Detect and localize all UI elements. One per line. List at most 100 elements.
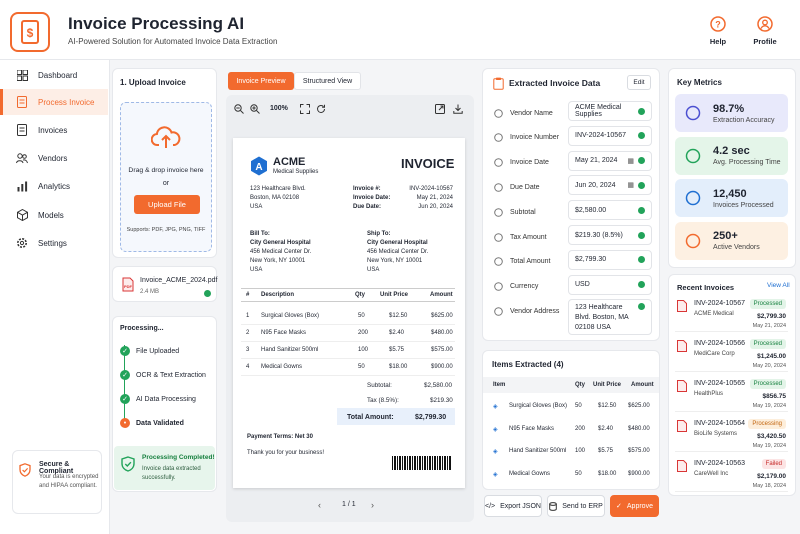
invoice-logo-icon: $ <box>10 12 50 52</box>
approve-button[interactable]: ✓ Approve <box>610 495 659 517</box>
tab-invoice-preview[interactable]: Invoice Preview <box>228 72 294 90</box>
pdf-icon: PDF <box>122 277 134 292</box>
file-name: Invoice_ACME_2024.pdf <box>140 277 218 284</box>
sidebar-item-vendors[interactable]: Vendors <box>0 145 108 171</box>
sidebar-item-analytics[interactable]: Analytics <box>0 173 108 199</box>
field-value-box[interactable]: May 21, 2024 ▦ <box>568 150 652 171</box>
dropzone[interactable]: Drag & drop invoice here or Upload File … <box>120 102 212 252</box>
recent-vendor: ACME Medical <box>694 311 734 317</box>
recent-invoice-item[interactable]: INV-2024-10567 ACME Medical Processed $2… <box>675 296 788 332</box>
field-value-box[interactable]: USD <box>568 274 652 295</box>
send-to-erp-button[interactable]: Send to ERP <box>547 495 605 517</box>
app-header: $ Invoice Processing AI AI-Powered Solut… <box>0 0 800 60</box>
expand-icon <box>300 104 310 114</box>
metric-card: 12,450 Invoices Processed <box>675 179 788 217</box>
status-badge: Processed <box>749 299 786 309</box>
field-value-box[interactable]: 123 Healthcare Blvd. Boston, MA 02108 US… <box>568 299 652 335</box>
field-value-box[interactable]: $2,799.30 <box>568 249 652 270</box>
recent-vendor: MediCare Corp <box>694 351 735 357</box>
step-label: Data Validated <box>136 419 184 427</box>
open-external-button[interactable] <box>435 104 445 116</box>
recent-title: Recent Invoices <box>677 283 735 292</box>
field-value-box[interactable]: ACME Medical Supplies <box>568 101 652 121</box>
external-icon <box>435 104 445 114</box>
pdf-icon <box>677 380 687 392</box>
metric-value: 98.7% <box>713 102 745 115</box>
sidebar-item-models[interactable]: Models <box>0 202 108 228</box>
check-icon: ✓ <box>616 503 622 510</box>
export-json-button[interactable]: </> Export JSON <box>484 495 542 517</box>
row-number: 4 <box>246 364 250 370</box>
field-value-box[interactable]: Jun 20, 2024 ▦ <box>568 175 652 196</box>
item-qty: 200 <box>575 425 586 432</box>
export-label: Export JSON <box>500 502 541 510</box>
sidebar-item-dashboard[interactable]: Dashboard <box>0 62 108 88</box>
calendar-picker-icon[interactable]: ▦ <box>627 157 634 165</box>
zoom-in-button[interactable] <box>250 104 260 116</box>
field-tax-amount: Tax Amount $219.30 (8.5%) <box>492 225 652 245</box>
metric-label: Invoices Processed <box>713 201 774 209</box>
item-amount: $900.00 <box>628 470 650 477</box>
step-validated: • Data Validated <box>120 418 184 428</box>
col-qty: Qty <box>355 292 366 298</box>
help-button[interactable]: ? Help <box>705 16 731 46</box>
or-text: or <box>162 180 170 187</box>
fit-screen-button[interactable] <box>300 104 310 116</box>
next-page-button[interactable]: › <box>371 500 383 510</box>
check-icon <box>638 231 645 239</box>
sidebar-item-settings[interactable]: Settings <box>0 230 108 256</box>
row-qty: 200 <box>358 330 369 336</box>
item-name: Surgical Gloves (Box) <box>509 403 568 409</box>
view-all-link[interactable]: View All <box>767 282 790 289</box>
profile-label: Profile <box>753 37 777 46</box>
rotate-button[interactable] <box>316 104 326 116</box>
step-label: File Uploaded <box>136 347 180 355</box>
help-icon: ? <box>710 16 726 32</box>
shield-icon <box>19 463 31 477</box>
zoom-out-button[interactable] <box>234 104 244 116</box>
recent-vendor: BioLife Systems <box>694 431 738 437</box>
sidebar-item-invoices[interactable]: Invoices <box>0 117 108 143</box>
profile-button[interactable]: Profile <box>750 16 780 46</box>
invoice-table-row: 3 Hand Sanitizer 500ml 100 $5.75 $575.00 <box>241 342 455 359</box>
row-qty: 100 <box>358 347 369 353</box>
recent-amount: $2,799.30 <box>757 313 786 320</box>
processing-title: Processing... <box>120 325 164 332</box>
check-icon <box>638 157 645 165</box>
metric-label: Active Vendors <box>713 244 760 251</box>
field-value: USD <box>575 281 590 289</box>
svg-text:PDF: PDF <box>124 284 133 289</box>
row-qty: 50 <box>358 364 365 370</box>
recent-invoice-item[interactable]: INV-2024-10563 CareWell Inc Failed $2,17… <box>675 456 788 492</box>
sidebar-item-label: Settings <box>38 238 67 248</box>
field-value: May 21, 2024 <box>575 157 618 165</box>
uploaded-file-card[interactable]: PDF Invoice_ACME_2024.pdf 2.4 MB <box>112 266 217 302</box>
secure-text: Your data is encrypted and HIPAA complia… <box>39 474 99 489</box>
recent-invoice-item[interactable]: INV-2024-10566 MediCare Corp Processed $… <box>675 336 788 372</box>
upload-file-button[interactable]: Upload File <box>134 195 200 214</box>
field-value-box[interactable]: $2,580.00 <box>568 200 652 221</box>
row-description: Hand Sanitizer 500ml <box>261 347 319 353</box>
recent-invoice-item[interactable]: INV-2024-10564 BioLife Systems Processin… <box>675 416 788 452</box>
sidebar-item-process-invoice[interactable]: Process Invoice <box>0 89 108 115</box>
subtotal-value: $2,580.00 <box>424 382 453 389</box>
calendar-picker-icon[interactable]: ▦ <box>627 181 634 189</box>
prev-page-button[interactable]: ‹ <box>318 500 330 510</box>
recent-amount: $3,420.50 <box>757 433 786 440</box>
recent-date: May 21, 2024 <box>752 323 786 329</box>
tab-structured-view[interactable]: Structured View <box>294 72 361 90</box>
item-name: Hand Sanitizer 500ml <box>509 448 567 454</box>
field-label: Due Date <box>510 183 540 191</box>
download-button[interactable] <box>453 104 463 116</box>
pdf-icon <box>677 300 687 312</box>
recent-invoice-number: INV-2024-10565 <box>694 380 745 387</box>
complete-title: Processing Completed! <box>142 454 215 461</box>
database-icon <box>549 501 558 511</box>
item-unit-price: $18.00 <box>598 470 617 477</box>
edit-button[interactable]: Edit <box>627 75 651 90</box>
row-unit-price: $12.50 <box>389 313 408 319</box>
field-value-box[interactable]: INV-2024-10567 <box>568 125 652 146</box>
file-icon <box>16 124 28 136</box>
recent-invoice-item[interactable]: INV-2024-10565 HealthPlus Processed $856… <box>675 376 788 412</box>
field-value-box[interactable]: $219.30 (8.5%) <box>568 225 652 245</box>
